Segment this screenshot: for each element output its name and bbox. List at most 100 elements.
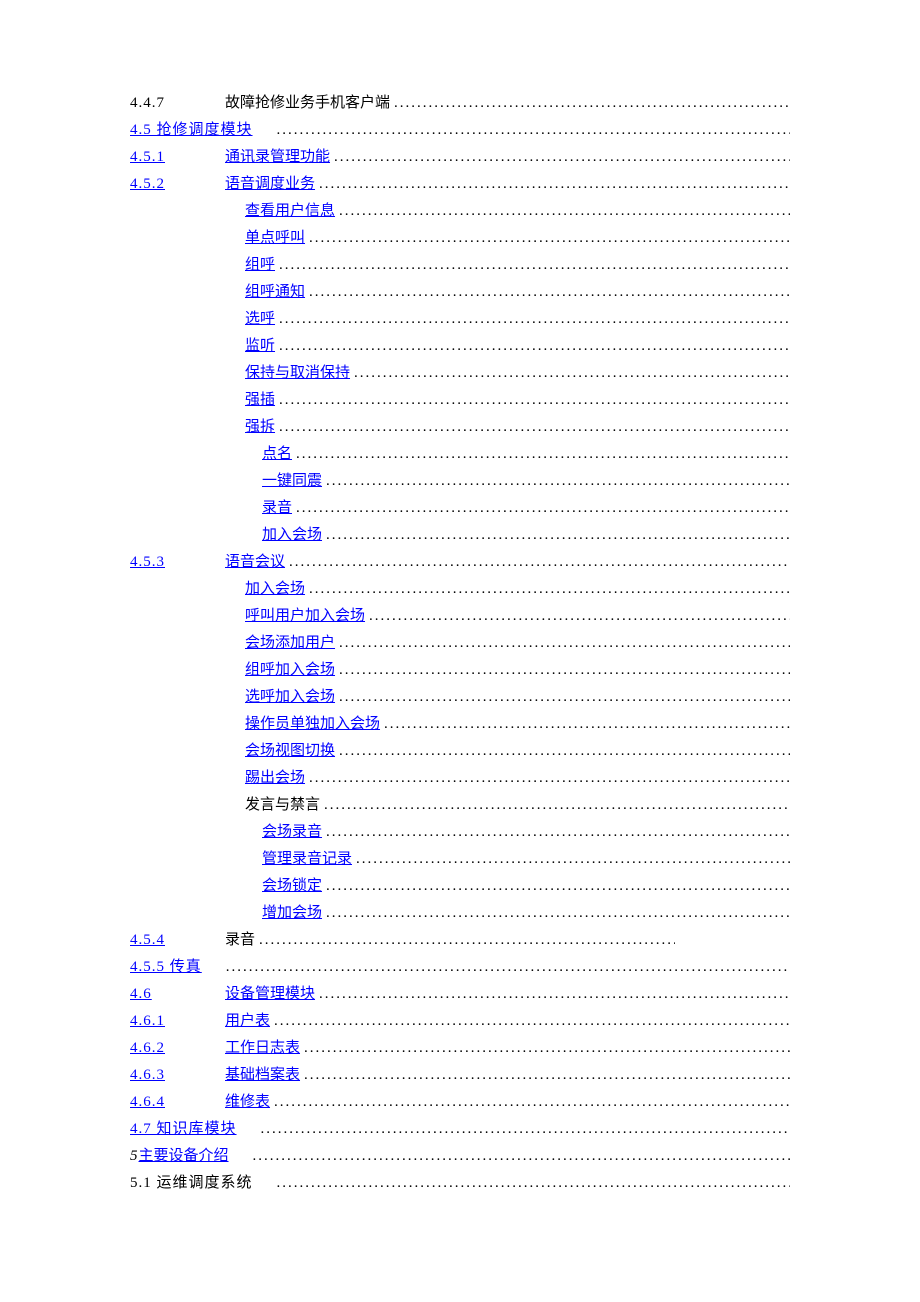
toc-number: 5	[130, 1143, 139, 1170]
toc-entry: 单点呼叫....................................…	[130, 225, 790, 252]
toc-title[interactable]: 增加会场	[262, 900, 322, 927]
toc-title[interactable]: 会场视图切换	[245, 738, 335, 765]
toc-title[interactable]: 强插	[245, 387, 275, 414]
toc-title[interactable]: 组呼加入会场	[245, 657, 335, 684]
toc-entry: 录音......................................…	[130, 495, 790, 522]
toc-number[interactable]: 4.6.3	[130, 1062, 225, 1089]
toc-leader-dots: ........................................…	[249, 1143, 790, 1170]
toc-entry: 4.6.2工作日志表..............................…	[130, 1035, 790, 1062]
toc-number[interactable]: 4.6.2	[130, 1035, 225, 1062]
toc-entry: 操作员单独加入会场...............................…	[130, 711, 790, 738]
toc-title[interactable]: 踢出会场	[245, 765, 305, 792]
toc-title[interactable]: 会场锁定	[262, 873, 322, 900]
toc-title[interactable]: 管理录音记录	[262, 846, 352, 873]
toc-leader-dots: ........................................…	[275, 414, 790, 441]
toc-leader-dots: ........................................…	[322, 900, 790, 927]
toc-title[interactable]: 语音会议	[225, 549, 285, 576]
toc-entry: 组呼通知....................................…	[130, 279, 790, 306]
toc-number[interactable]: 4.6.4	[130, 1089, 225, 1116]
toc-number[interactable]: 4.5.3	[130, 549, 225, 576]
toc-title[interactable]: 操作员单独加入会场	[245, 711, 380, 738]
toc-number[interactable]: 4.6.1	[130, 1008, 225, 1035]
toc-leader-dots: ........................................…	[322, 522, 790, 549]
toc-entry: 组呼加入会场..................................…	[130, 657, 790, 684]
toc-title[interactable]: 呼叫用户加入会场	[245, 603, 365, 630]
toc-entry: 选呼加入会场..................................…	[130, 684, 790, 711]
toc-title[interactable]: 查看用户信息	[245, 198, 335, 225]
toc-title[interactable]: 单点呼叫	[245, 225, 305, 252]
toc-leader-dots: ........................................…	[255, 927, 675, 954]
toc-leader-dots: ........................................…	[315, 171, 790, 198]
toc-leader-dots: ........................................…	[275, 333, 790, 360]
toc-title[interactable]: 设备管理模块	[225, 981, 315, 1008]
toc-title: 故障抢修业务手机客户端	[225, 90, 390, 117]
toc-leader-dots: ........................................…	[365, 603, 790, 630]
toc-number[interactable]: 4.6	[130, 981, 225, 1008]
toc-leader-dots: ........................................…	[335, 684, 790, 711]
toc-number[interactable]: 4.5.4	[130, 927, 225, 954]
toc-leader-dots: ........................................…	[322, 873, 790, 900]
toc-title[interactable]: 一键同震	[262, 468, 322, 495]
toc-entry: 会场视图切换..................................…	[130, 738, 790, 765]
toc-leader-dots: ........................................…	[330, 144, 790, 171]
toc-title[interactable]: 通讯录管理功能	[225, 144, 330, 171]
toc-leader-dots: ........................................…	[273, 117, 790, 144]
toc-title[interactable]: 监听	[245, 333, 275, 360]
toc-leader-dots: ........................................…	[270, 1008, 790, 1035]
toc-entry: 发言与禁言...................................…	[130, 792, 790, 819]
toc-title[interactable]: 保持与取消保持	[245, 360, 350, 387]
toc-entry: 查看用户信息..................................…	[130, 198, 790, 225]
toc-leader-dots: ........................................…	[352, 846, 790, 873]
toc-entry: 4.6.3基础档案表..............................…	[130, 1062, 790, 1089]
toc-entry: 5.1 运维调度系统..............................…	[130, 1170, 790, 1197]
toc-leader-dots: ........................................…	[275, 306, 790, 333]
toc-title[interactable]: 语音调度业务	[225, 171, 315, 198]
toc-leader-dots: ........................................…	[285, 549, 790, 576]
toc-title[interactable]: 会场录音	[262, 819, 322, 846]
toc-title[interactable]: 用户表	[225, 1008, 270, 1035]
toc-leader-dots: ........................................…	[335, 738, 790, 765]
toc-title[interactable]: 选呼加入会场	[245, 684, 335, 711]
toc-leader-dots: ........................................…	[315, 981, 790, 1008]
toc-combined[interactable]: 4.5.5 传真	[130, 954, 202, 981]
toc-combined: 5.1 运维调度系统	[130, 1170, 253, 1197]
toc-entry: 增加会场....................................…	[130, 900, 790, 927]
toc-number[interactable]: 4.5.1	[130, 144, 225, 171]
toc-entry: 加入会场....................................…	[130, 522, 790, 549]
table-of-contents: 4.4.7故障抢修业务手机客户端........................…	[130, 90, 790, 1197]
toc-title: 录音	[225, 927, 255, 954]
toc-title[interactable]: 会场添加用户	[245, 630, 335, 657]
toc-leader-dots: ........................................…	[305, 279, 790, 306]
toc-title[interactable]: 选呼	[245, 306, 275, 333]
toc-title[interactable]: 组呼	[245, 252, 275, 279]
toc-title[interactable]: 加入会场	[245, 576, 305, 603]
toc-leader-dots: ........................................…	[292, 495, 790, 522]
toc-leader-dots: ........................................…	[275, 252, 790, 279]
toc-entry: 管理录音记录..................................…	[130, 846, 790, 873]
toc-entry: 4.6.4维修表................................…	[130, 1089, 790, 1116]
toc-title[interactable]: 组呼通知	[245, 279, 305, 306]
toc-entry: 加入会场....................................…	[130, 576, 790, 603]
toc-title[interactable]: 加入会场	[262, 522, 322, 549]
toc-leader-dots: ........................................…	[380, 711, 790, 738]
toc-leader-dots: ........................................…	[257, 1116, 790, 1143]
toc-title[interactable]: 维修表	[225, 1089, 270, 1116]
toc-entry: 选呼......................................…	[130, 306, 790, 333]
toc-title[interactable]: 强拆	[245, 414, 275, 441]
toc-title[interactable]: 工作日志表	[225, 1035, 300, 1062]
toc-title[interactable]: 点名	[262, 441, 292, 468]
toc-combined[interactable]: 4.5 抢修调度模块	[130, 117, 253, 144]
toc-leader-dots: ........................................…	[305, 576, 790, 603]
toc-entry: 4.5.5 传真................................…	[130, 954, 790, 981]
toc-leader-dots: ........................................…	[390, 90, 790, 117]
toc-combined[interactable]: 4.7 知识库模块	[130, 1116, 237, 1143]
toc-title[interactable]: 基础档案表	[225, 1062, 300, 1089]
toc-number: 4.4.7	[130, 90, 225, 117]
toc-title[interactable]: 录音	[262, 495, 292, 522]
toc-leader-dots: ........................................…	[320, 792, 790, 819]
toc-title[interactable]: 主要设备介绍	[139, 1143, 229, 1170]
toc-leader-dots: ........................................…	[275, 387, 790, 414]
toc-leader-dots: ........................................…	[335, 198, 790, 225]
toc-leader-dots: ........................................…	[273, 1170, 790, 1197]
toc-number[interactable]: 4.5.2	[130, 171, 225, 198]
